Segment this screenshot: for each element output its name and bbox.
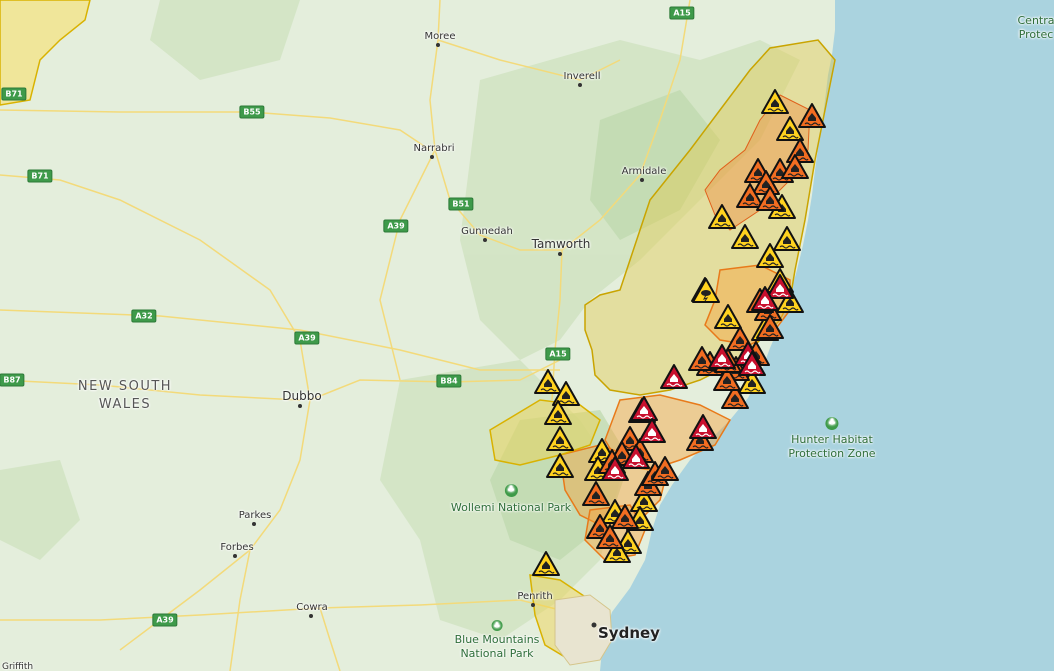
town-dot — [298, 404, 302, 408]
town-label-tamworth: Tamworth — [531, 237, 591, 251]
town-label-cowra: Cowra — [296, 602, 328, 613]
flood-advice-icon[interactable] — [708, 204, 736, 229]
highway-shield: A39 — [383, 219, 409, 233]
town-dot — [483, 238, 487, 242]
highway-shield: B55 — [239, 105, 265, 119]
town-label-armidale: Armidale — [621, 166, 667, 177]
region-label-line: WALES — [98, 397, 152, 412]
town-dot — [252, 522, 256, 526]
town-label-inverell: Inverell — [563, 71, 601, 82]
town-dot — [578, 83, 582, 87]
city-dot — [591, 622, 597, 628]
region-label-line: NEW SOUTH — [77, 379, 173, 394]
town-dot — [558, 252, 562, 256]
highway-shield: B84 — [436, 374, 462, 388]
park-label-line: Hunter Habitat — [791, 433, 873, 446]
town-label-griffith: Griffith — [2, 662, 34, 671]
town-label-narrabri: Narrabri — [413, 143, 455, 154]
flood-advice-icon[interactable] — [714, 304, 742, 329]
town-dot — [531, 603, 535, 607]
town-label-gunnedah: Gunnedah — [461, 226, 513, 237]
flood-advice-icon[interactable] — [546, 426, 574, 451]
region-label: NEW SOUTH WALES — [78, 378, 172, 414]
warning-markers-layer — [532, 89, 826, 576]
flood-advice-icon[interactable] — [773, 226, 801, 251]
highway-shield: A32 — [131, 309, 157, 323]
park-blue-mountains: ♣ Blue Mountains National Park — [454, 620, 540, 661]
flood-emergency-icon[interactable] — [689, 414, 717, 439]
map-canvas[interactable]: Moree Inverell Narrabri Armidale Gunneda… — [0, 0, 1054, 671]
town-label-penrith: Penrith — [517, 591, 553, 602]
town-label-dubbo: Dubbo — [282, 389, 322, 403]
flood-watch-and-act-icon[interactable] — [798, 103, 826, 128]
town-dot — [640, 178, 644, 182]
park-wollemi: ♣ Wollemi National Park — [451, 484, 571, 515]
flood-emergency-icon[interactable] — [630, 396, 658, 421]
flood-advice-icon[interactable] — [776, 116, 804, 141]
park-label-line: Protection Zone — [788, 447, 876, 460]
town-dot — [233, 554, 237, 558]
park-icon: ♣ — [504, 484, 518, 497]
highway-shield: B71 — [1, 87, 27, 101]
highway-shield: A15 — [545, 347, 571, 361]
park-icon: ♣ — [825, 417, 839, 430]
park-icon: ♣ — [491, 620, 503, 631]
flood-advice-icon[interactable] — [731, 224, 759, 249]
highway-shield: B71 — [27, 169, 53, 183]
town-dot — [430, 155, 434, 159]
park-label-line: Protec — [1018, 28, 1054, 41]
highway-shield: A15 — [669, 6, 695, 20]
town-dot — [436, 43, 440, 47]
park-hunter-habitat: ♣ Hunter Habitat Protection Zone — [788, 417, 876, 461]
flood-emergency-icon[interactable] — [660, 364, 688, 389]
flood-advice-icon[interactable] — [761, 89, 789, 114]
flood-advice-icon[interactable] — [534, 369, 562, 394]
park-partial-label: Centra Protec — [1018, 14, 1054, 42]
highway-shield: A39 — [294, 331, 320, 345]
flood-advice-icon[interactable] — [532, 551, 560, 576]
flood-watch-and-act-icon[interactable] — [582, 481, 610, 506]
highway-shield: A39 — [152, 613, 178, 627]
flood-watch-and-act-icon[interactable] — [786, 138, 814, 163]
flood-advice-icon[interactable] — [546, 453, 574, 478]
park-label-line: Blue Mountains — [454, 633, 540, 646]
park-label-line: National Park — [460, 647, 534, 660]
city-label-sydney: Sydney — [598, 624, 660, 642]
highway-shield: B51 — [448, 197, 474, 211]
town-label-moree: Moree — [424, 31, 456, 42]
town-label-parkes: Parkes — [238, 510, 272, 521]
town-label-forbes: Forbes — [220, 542, 254, 553]
town-dot — [309, 614, 313, 618]
highway-shield: B87 — [0, 373, 25, 387]
park-label-line: Centra — [1017, 14, 1054, 27]
park-label: Wollemi National Park — [450, 501, 572, 514]
